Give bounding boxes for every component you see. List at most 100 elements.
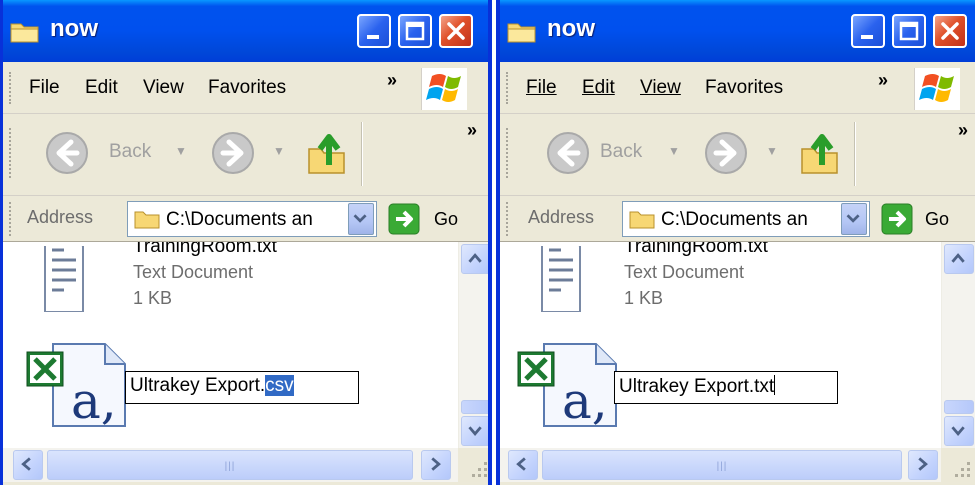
- text-file-icon: [44, 246, 84, 312]
- menu-view[interactable]: View: [143, 77, 184, 99]
- scroll-thumb-grip: |||: [716, 461, 728, 472]
- menu-grip[interactable]: [506, 72, 510, 104]
- minimize-button[interactable]: [851, 14, 885, 48]
- address-grip[interactable]: [506, 202, 510, 236]
- go-arrow-icon[interactable]: [881, 203, 913, 235]
- address-label: Address: [27, 207, 94, 227]
- rename-input[interactable]: Ultrakey Export.csv: [125, 371, 359, 404]
- scroll-left-button[interactable]: [508, 450, 538, 480]
- maximize-button[interactable]: [892, 14, 926, 48]
- excel-csv-icon: a,: [517, 343, 617, 428]
- vertical-scrollbar[interactable]: [941, 242, 975, 448]
- scroll-thumb[interactable]: [944, 400, 974, 414]
- file-type: Text Document: [133, 262, 254, 282]
- menu-edit[interactable]: Edit: [582, 77, 615, 99]
- address-input[interactable]: C:\Documents an: [127, 201, 377, 237]
- menu-favorites[interactable]: Favorites: [208, 77, 286, 99]
- resize-grip-icon: [472, 462, 487, 477]
- menu-chevron[interactable]: »: [878, 70, 888, 91]
- minimize-button[interactable]: [357, 14, 391, 48]
- chevron-down-icon: [353, 214, 367, 223]
- forward-icon[interactable]: [209, 129, 257, 177]
- menu-grip[interactable]: [9, 72, 13, 104]
- file-type: Text Document: [624, 262, 745, 282]
- standard-toolbar: Back ▼ ▼ »: [500, 114, 975, 196]
- chevron-down-icon: [846, 214, 860, 223]
- back-button-label[interactable]: Back: [600, 141, 642, 163]
- horizontal-scrollbar[interactable]: |||: [500, 448, 941, 482]
- menu-favorites[interactable]: Favorites: [705, 77, 783, 99]
- scroll-thumb-grip: |||: [224, 461, 236, 472]
- menu-edit[interactable]: Edit: [85, 77, 118, 99]
- back-icon[interactable]: [544, 129, 592, 177]
- scroll-up-button[interactable]: [944, 244, 974, 274]
- rename-base-text: Ultrakey Export.: [130, 375, 266, 396]
- address-input[interactable]: C:\Documents an: [622, 201, 870, 237]
- maximize-button[interactable]: [398, 14, 432, 48]
- close-button[interactable]: [933, 14, 967, 48]
- address-path: C:\Documents an: [661, 209, 808, 230]
- forward-dropdown-arrow[interactable]: ▼: [766, 144, 778, 158]
- back-dropdown-arrow[interactable]: ▼: [175, 144, 187, 158]
- back-dropdown-arrow[interactable]: ▼: [668, 144, 680, 158]
- back-icon[interactable]: [43, 129, 91, 177]
- menu-bar: File Edit View Favorites »: [500, 62, 975, 114]
- horizontal-scroll-thumb[interactable]: |||: [47, 450, 413, 480]
- toolbar-chevron[interactable]: »: [958, 120, 968, 141]
- chevron-right-icon: [918, 457, 928, 471]
- svg-text:a,: a,: [71, 372, 117, 428]
- rename-value-text: Ultrakey Export.txt: [619, 376, 775, 397]
- menu-file[interactable]: File: [29, 77, 60, 99]
- address-grip[interactable]: [9, 202, 13, 236]
- folder-up-icon[interactable]: [798, 129, 844, 177]
- address-dropdown-button[interactable]: [348, 203, 374, 235]
- text-caret: [774, 375, 776, 395]
- toolbar-grip[interactable]: [506, 128, 510, 178]
- rename-input[interactable]: Ultrakey Export.txt: [614, 371, 838, 404]
- menu-file[interactable]: File: [526, 77, 557, 99]
- vertical-scrollbar[interactable]: [458, 242, 488, 448]
- toolbar-separator: [361, 122, 363, 186]
- scroll-up-button[interactable]: [461, 244, 488, 274]
- menu-view[interactable]: View: [640, 77, 681, 99]
- folder-icon: [10, 23, 39, 43]
- horizontal-scrollbar[interactable]: |||: [3, 448, 458, 482]
- menu-chevron[interactable]: »: [387, 70, 397, 91]
- scroll-left-button[interactable]: [13, 450, 43, 480]
- size-grip[interactable]: [941, 448, 975, 482]
- menu-bar: File Edit View Favorites »: [3, 62, 488, 114]
- title-bar[interactable]: now: [500, 0, 975, 62]
- chevron-left-icon: [21, 457, 31, 471]
- back-button-label[interactable]: Back: [109, 141, 151, 163]
- size-grip[interactable]: [458, 448, 488, 482]
- close-icon: [941, 22, 959, 40]
- go-button-label[interactable]: Go: [925, 209, 949, 230]
- windows-logo: [421, 68, 467, 110]
- forward-icon[interactable]: [702, 129, 750, 177]
- toolbar-grip[interactable]: [9, 128, 13, 178]
- scroll-down-button[interactable]: [944, 416, 974, 446]
- go-button-label[interactable]: Go: [434, 209, 458, 230]
- windows-logo: [914, 68, 960, 110]
- file-name: TrainingRoom.txt: [133, 242, 277, 257]
- close-icon: [447, 22, 465, 40]
- go-arrow-icon[interactable]: [388, 203, 420, 235]
- minimize-icon: [367, 35, 379, 39]
- close-button[interactable]: [439, 14, 473, 48]
- maximize-icon: [405, 21, 425, 41]
- toolbar-chevron[interactable]: »: [467, 120, 477, 141]
- standard-toolbar: Back ▼ ▼ »: [3, 114, 488, 196]
- scroll-right-button[interactable]: [421, 450, 451, 480]
- scroll-down-button[interactable]: [461, 416, 488, 446]
- address-bar: Address C:\Documents an Go: [3, 196, 488, 242]
- horizontal-scroll-thumb[interactable]: |||: [542, 450, 902, 480]
- chevron-left-icon: [516, 457, 526, 471]
- text-file-icon: [541, 246, 581, 312]
- title-bar[interactable]: now: [3, 0, 488, 62]
- folder-up-icon[interactable]: [305, 129, 351, 177]
- scroll-right-button[interactable]: [908, 450, 938, 480]
- address-dropdown-button[interactable]: [841, 203, 867, 235]
- scroll-thumb[interactable]: [461, 400, 488, 414]
- forward-dropdown-arrow[interactable]: ▼: [273, 144, 285, 158]
- file-list: TrainingRoom.txt Text Document 1 KB a, U…: [3, 242, 458, 448]
